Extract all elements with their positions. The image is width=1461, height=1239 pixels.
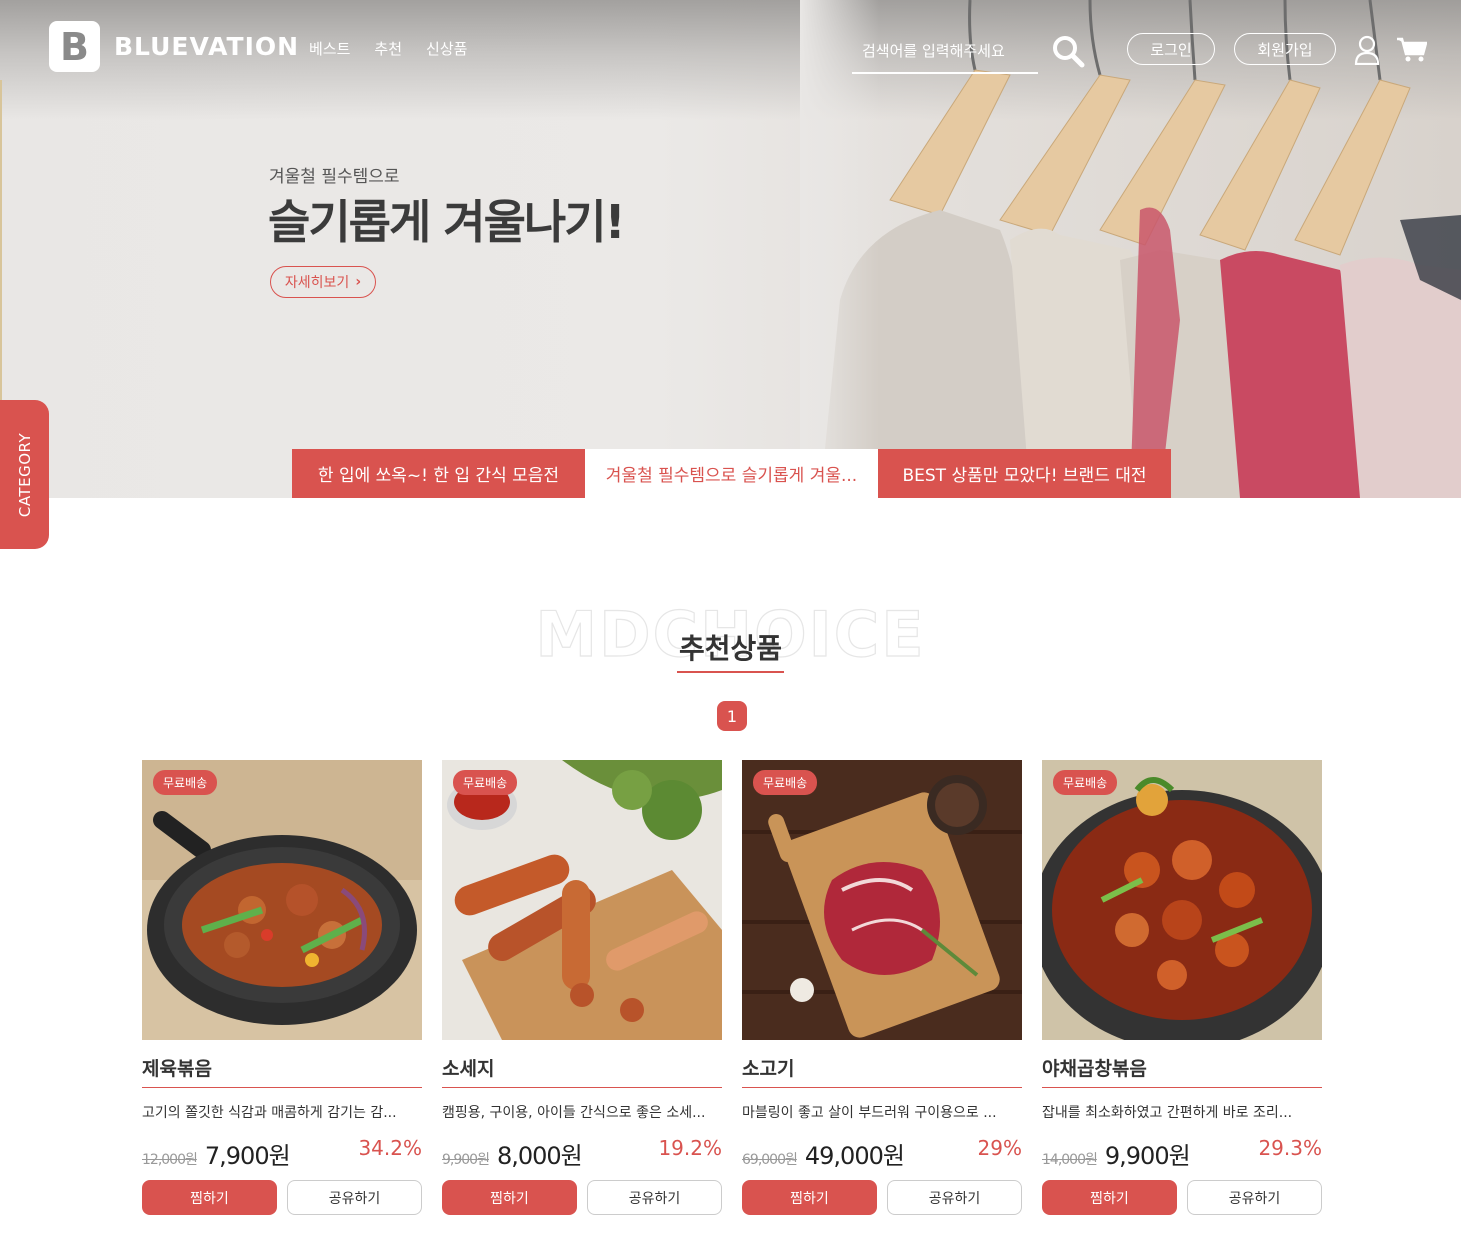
tab-brand[interactable]: BEST 상품만 모았다! 브랜드 대전 — [878, 449, 1171, 498]
discount-rate: 29.3% — [1258, 1136, 1322, 1160]
wishlist-button[interactable]: 찜하기 — [1042, 1180, 1177, 1215]
free-shipping-badge: 무료배송 — [753, 770, 818, 795]
price-row: 12,000원 7,900원 34.2% — [142, 1136, 422, 1170]
product-name[interactable]: 소세지 — [442, 1054, 722, 1088]
join-button[interactable]: 회원가입 — [1234, 33, 1336, 65]
free-shipping-badge: 무료배송 — [453, 770, 518, 795]
free-shipping-badge: 무료배송 — [153, 770, 218, 795]
product-card: 무료배송 소고기 마블링이 좋고 살이 부드러워 구이용으로 ... 69,00… — [742, 760, 1022, 1215]
search-icon[interactable] — [1051, 34, 1085, 68]
pagination-page[interactable]: 1 — [717, 701, 747, 731]
price-row: 14,000원 9,900원 29.3% — [1042, 1136, 1322, 1170]
main-nav: 베스트 추천 신상품 — [309, 38, 491, 59]
wishlist-button[interactable]: 찜하기 — [142, 1180, 277, 1215]
sale-price: 49,000원 — [804, 1142, 905, 1170]
hero-banner: B BLUEVATION 베스트 추천 신상품 로그인 회원가입 겨울철 필수템… — [0, 0, 1461, 498]
share-button[interactable]: 공유하기 — [587, 1180, 722, 1215]
original-price: 12,000원 — [142, 1152, 198, 1168]
product-card: 무료배송 야채곱창볶음 잡내를 최소화하였고 간편하게 바로 조리... 14,… — [1042, 760, 1322, 1215]
hero-subtitle: 겨울철 필수템으로 — [269, 167, 400, 187]
login-button[interactable]: 로그인 — [1127, 33, 1215, 65]
product-description: 마블링이 좋고 살이 부드러워 구이용으로 ... — [742, 1105, 997, 1121]
logo-text: BLUEVATION — [114, 32, 300, 61]
brand-logo[interactable]: B BLUEVATION — [49, 21, 299, 72]
tab-snacks[interactable]: 한 입에 쏘옥~! 한 입 간식 모음전 — [292, 449, 585, 498]
hero-title: 슬기롭게 겨울나기! — [268, 195, 626, 249]
gopchang-image — [1042, 760, 1322, 1040]
product-name[interactable]: 야채곱창볶음 — [1042, 1054, 1322, 1088]
card-actions: 찜하기 공유하기 — [1042, 1180, 1322, 1215]
product-name[interactable]: 소고기 — [742, 1054, 1022, 1088]
search-input[interactable] — [852, 32, 1038, 70]
product-description: 캠핑용, 구이용, 아이들 간식으로 좋은 소세... — [442, 1105, 706, 1121]
wishlist-button[interactable]: 찜하기 — [742, 1180, 877, 1215]
product-image[interactable]: 무료배송 — [142, 760, 422, 1040]
card-actions: 찜하기 공유하기 — [742, 1180, 1022, 1215]
sausage-image — [442, 760, 722, 1040]
hero-more-label: 자세히보기 — [284, 275, 350, 291]
price-row: 9,900원 8,000원 19.2% — [442, 1136, 722, 1170]
product-image[interactable]: 무료배송 — [1042, 760, 1322, 1040]
product-image[interactable]: 무료배송 — [742, 760, 1022, 1040]
product-description: 잡내를 최소화하였고 간편하게 바로 조리... — [1042, 1105, 1293, 1121]
hero-more-button[interactable]: 자세히보기 › — [270, 266, 376, 298]
nav-new[interactable]: 신상품 — [426, 38, 467, 59]
nav-recommend[interactable]: 추천 — [374, 38, 402, 59]
product-description: 고기의 쫄깃한 식감과 매콤하게 감기는 감... — [142, 1105, 397, 1121]
share-button[interactable]: 공유하기 — [887, 1180, 1022, 1215]
section-title: 추천상품 — [0, 627, 1461, 673]
original-price: 14,000원 — [1042, 1152, 1098, 1168]
share-button[interactable]: 공유하기 — [1187, 1180, 1322, 1215]
sale-price: 7,900원 — [204, 1142, 291, 1170]
tab-winter[interactable]: 겨울철 필수템으로 슬기롭게 겨울... — [585, 449, 878, 498]
discount-rate: 29% — [977, 1136, 1022, 1160]
category-label: CATEGORY — [15, 432, 34, 517]
product-card: 무료배송 제육볶음 고기의 쫄깃한 식감과 매콤하게 감기는 감... 12,0… — [142, 760, 422, 1215]
original-price: 9,900원 — [442, 1152, 490, 1168]
share-button[interactable]: 공유하기 — [287, 1180, 422, 1215]
sale-price: 8,000원 — [496, 1142, 583, 1170]
search-box — [852, 32, 1038, 74]
product-name[interactable]: 제육볶음 — [142, 1054, 422, 1088]
price-row: 69,000원 49,000원 29% — [742, 1136, 1022, 1170]
category-side-button[interactable]: CATEGORY — [0, 400, 49, 549]
promo-tabs: 한 입에 쏘옥~! 한 입 간식 모음전 겨울철 필수템으로 슬기롭게 겨울..… — [292, 449, 1171, 498]
beef-image — [742, 760, 1022, 1040]
discount-rate: 19.2% — [658, 1136, 722, 1160]
chevron-right-icon: › — [355, 274, 362, 290]
card-actions: 찜하기 공유하기 — [142, 1180, 422, 1215]
card-actions: 찜하기 공유하기 — [442, 1180, 722, 1215]
logo-mark: B — [49, 21, 100, 72]
sale-price: 9,900원 — [1104, 1142, 1191, 1170]
wishlist-button[interactable]: 찜하기 — [442, 1180, 577, 1215]
original-price: 69,000원 — [742, 1152, 798, 1168]
site-header: B BLUEVATION 베스트 추천 신상품 로그인 회원가입 — [0, 0, 1461, 100]
section-title-text: 추천상품 — [676, 632, 785, 673]
nav-best[interactable]: 베스트 — [309, 38, 350, 59]
product-image[interactable]: 무료배송 — [442, 760, 722, 1040]
stir-fried-pork-image — [142, 760, 422, 1040]
user-icon[interactable] — [1354, 35, 1380, 65]
discount-rate: 34.2% — [358, 1136, 422, 1160]
free-shipping-badge: 무료배송 — [1053, 770, 1118, 795]
product-card: 무료배송 소세지 캠핑용, 구이용, 아이들 간식으로 좋은 소세... 9,9… — [442, 760, 722, 1215]
cart-icon[interactable] — [1397, 37, 1427, 63]
